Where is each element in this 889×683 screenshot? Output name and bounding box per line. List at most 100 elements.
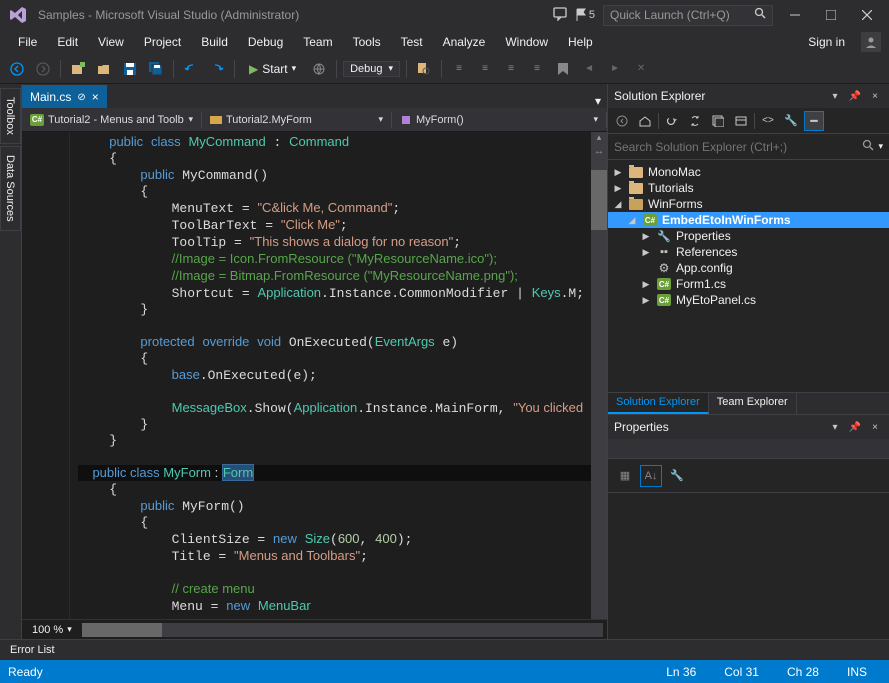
- maximize-button[interactable]: [817, 4, 845, 26]
- se-back-button[interactable]: [612, 111, 632, 131]
- se-properties-button[interactable]: 🔧: [781, 111, 801, 131]
- categorized-button[interactable]: ▦: [614, 465, 636, 487]
- toolbar-separator: [234, 60, 235, 78]
- se-home-button[interactable]: [635, 111, 655, 131]
- user-icon[interactable]: [861, 32, 881, 52]
- tree-node-embed[interactable]: ◢C# EmbedEtoInWinForms: [608, 212, 889, 228]
- tree-node-references[interactable]: ▶▪▪ References: [608, 244, 889, 260]
- properties-title: Properties: [614, 420, 827, 434]
- pin-icon[interactable]: 📌: [847, 419, 863, 435]
- se-preview-button[interactable]: ━: [804, 111, 824, 131]
- alphabetical-button[interactable]: A↓: [640, 465, 662, 487]
- tree-node-appconfig[interactable]: ⚙ App.config: [608, 260, 889, 276]
- statusbar: Ready Ln 36 Col 31 Ch 28 INS: [0, 660, 889, 683]
- scrollbar-thumb[interactable]: [591, 170, 607, 230]
- tree-node-panel[interactable]: ▶C# MyEtoPanel.cs: [608, 292, 889, 308]
- menu-debug[interactable]: Debug: [238, 32, 293, 52]
- tree-node-monomac[interactable]: ▶ MonoMac: [608, 164, 889, 180]
- start-debug-button[interactable]: ▶ Start ▾: [241, 60, 304, 78]
- tab-solution-explorer[interactable]: Solution Explorer: [608, 393, 709, 414]
- config-label: Debug: [350, 63, 382, 75]
- menu-analyze[interactable]: Analyze: [433, 32, 496, 52]
- panel-dropdown-icon[interactable]: ▾: [827, 419, 843, 435]
- code-content[interactable]: public class MyCommand : Command { publi…: [70, 132, 591, 619]
- menu-help[interactable]: Help: [558, 32, 603, 52]
- project-dropdown[interactable]: C# Tutorial2 - Menus and Toolb ▾: [22, 112, 202, 128]
- tree-node-form1[interactable]: ▶C# Form1.cs: [608, 276, 889, 292]
- menu-edit[interactable]: Edit: [47, 32, 88, 52]
- tab-overflow-button[interactable]: ▾: [589, 94, 607, 108]
- save-button[interactable]: [119, 58, 141, 80]
- next-bookmark-button[interactable]: ►: [604, 58, 626, 80]
- menu-window[interactable]: Window: [495, 32, 558, 52]
- tab-team-explorer[interactable]: Team Explorer: [709, 393, 797, 414]
- new-project-button[interactable]: [67, 58, 89, 80]
- menu-test[interactable]: Test: [391, 32, 433, 52]
- properties-object-selector[interactable]: [608, 439, 889, 459]
- zoom-dropdown[interactable]: 100 % ▾: [26, 624, 78, 636]
- menu-file[interactable]: File: [8, 32, 47, 52]
- code-editor[interactable]: public class MyCommand : Command { publi…: [22, 132, 607, 619]
- scrollbar-thumb[interactable]: [82, 623, 162, 637]
- property-pages-button[interactable]: 🔧: [666, 465, 688, 487]
- toolbox-tab[interactable]: Toolbox: [0, 88, 21, 144]
- bookmark-button[interactable]: [552, 58, 574, 80]
- quick-launch-input[interactable]: Quick Launch (Ctrl+Q): [603, 5, 773, 26]
- close-tab-icon[interactable]: ×: [92, 90, 99, 104]
- close-panel-icon[interactable]: ×: [867, 88, 883, 104]
- search-icon: [754, 7, 766, 22]
- properties-grid[interactable]: [608, 493, 889, 639]
- undo-button[interactable]: [180, 58, 202, 80]
- notifications-flag-icon[interactable]: 5: [575, 8, 595, 22]
- redo-button[interactable]: [206, 58, 228, 80]
- vertical-scrollbar[interactable]: ▴ ↔: [591, 132, 607, 619]
- editor-tab-main-cs[interactable]: Main.cs ⊘ ×: [22, 85, 107, 108]
- member-dropdown[interactable]: MyForm() ▾: [392, 112, 607, 128]
- indent-button[interactable]: ≡: [500, 58, 522, 80]
- menu-project[interactable]: Project: [134, 32, 191, 52]
- se-refresh-button[interactable]: [685, 111, 705, 131]
- se-code-button[interactable]: <>: [758, 111, 778, 131]
- tree-node-tutorials[interactable]: ▶ Tutorials: [608, 180, 889, 196]
- menu-build[interactable]: Build: [191, 32, 238, 52]
- horizontal-scrollbar[interactable]: [82, 623, 603, 637]
- sign-in-link[interactable]: Sign in: [798, 32, 855, 52]
- nav-back-button[interactable]: [6, 58, 28, 80]
- menu-team[interactable]: Team: [293, 32, 342, 52]
- search-icon[interactable]: [862, 139, 874, 154]
- browser-select-button[interactable]: [308, 58, 330, 80]
- se-tree: ▶ MonoMac ▶ Tutorials ◢ WinForms ◢C# Emb…: [608, 160, 889, 392]
- solution-config-dropdown[interactable]: Debug ▾: [343, 61, 400, 77]
- clear-bookmarks-button[interactable]: ✕: [630, 58, 652, 80]
- close-panel-icon[interactable]: ×: [867, 419, 883, 435]
- menu-tools[interactable]: Tools: [343, 32, 391, 52]
- se-search-input[interactable]: [614, 140, 862, 154]
- play-icon: ▶: [249, 62, 258, 76]
- data-sources-tab[interactable]: Data Sources: [0, 146, 21, 231]
- pin-icon[interactable]: ⊘: [77, 92, 85, 103]
- uncomment-button[interactable]: ≡: [474, 58, 496, 80]
- properties-header: Properties ▾ 📌 ×: [608, 415, 889, 439]
- outdent-button[interactable]: ≡: [526, 58, 548, 80]
- feedback-icon[interactable]: [553, 7, 567, 24]
- se-collapse-button[interactable]: [708, 111, 728, 131]
- pin-icon[interactable]: 📌: [847, 88, 863, 104]
- menu-view[interactable]: View: [88, 32, 134, 52]
- tree-node-properties[interactable]: ▶🔧 Properties: [608, 228, 889, 244]
- se-sync-button[interactable]: [662, 111, 682, 131]
- panel-dropdown-icon[interactable]: ▾: [827, 88, 843, 104]
- comment-button[interactable]: ≡: [448, 58, 470, 80]
- nav-forward-button[interactable]: [32, 58, 54, 80]
- tree-node-winforms[interactable]: ◢ WinForms: [608, 196, 889, 212]
- minimize-button[interactable]: [781, 4, 809, 26]
- save-all-button[interactable]: [145, 58, 167, 80]
- toolbar-separator: [173, 60, 174, 78]
- open-file-button[interactable]: [93, 58, 115, 80]
- status-col: Col 31: [710, 665, 773, 679]
- error-list-tab[interactable]: Error List: [0, 641, 65, 659]
- close-button[interactable]: [853, 4, 881, 26]
- prev-bookmark-button[interactable]: ◄: [578, 58, 600, 80]
- se-show-all-button[interactable]: [731, 111, 751, 131]
- class-dropdown[interactable]: Tutorial2.MyForm ▾: [202, 112, 392, 128]
- find-in-files-button[interactable]: [413, 58, 435, 80]
